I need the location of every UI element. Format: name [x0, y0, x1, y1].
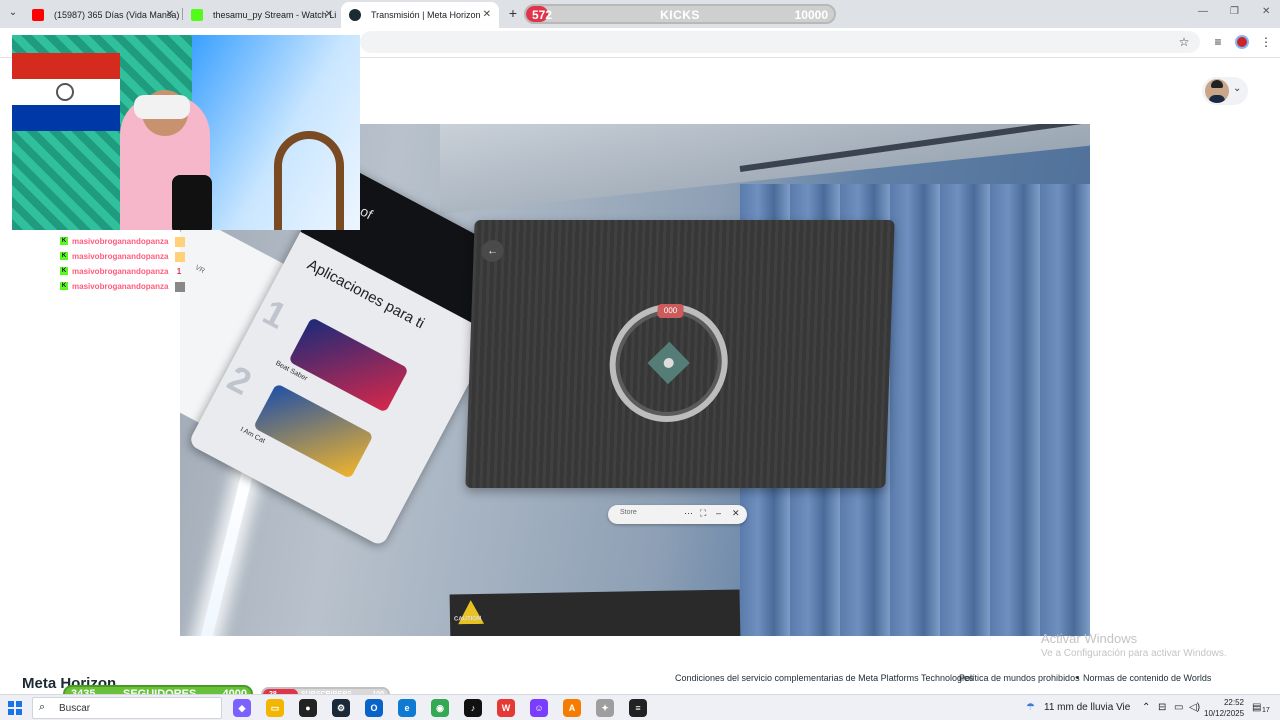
notification-icon[interactable]: ▤	[1252, 702, 1261, 713]
emote-icon	[174, 251, 185, 262]
chat-message: K masivobroganandopanza	[60, 234, 190, 249]
close-icon[interactable]: ✕	[325, 2, 333, 28]
kick-badge-icon: K	[60, 237, 68, 245]
chrome-icon[interactable]: ◉	[431, 699, 449, 717]
side-panel-text: VR	[193, 264, 206, 276]
chat-text: 1	[176, 267, 182, 276]
obs-icon[interactable]: ●	[299, 699, 317, 717]
store-window-bar[interactable]: Store ⋯ ⛶ – ✕	[608, 505, 747, 524]
chevron-up-icon[interactable]: ⌃	[1142, 702, 1150, 713]
tab-strip: ⌄ (15987) 365 Días (Vida Mansa) ✕ thesam…	[0, 0, 1280, 28]
account-menu-button[interactable]: ⌄	[1202, 77, 1248, 105]
activate-windows-title: Activar Windows	[1041, 631, 1138, 646]
emote-icon	[174, 236, 185, 247]
kick-badge-icon: K	[60, 252, 68, 260]
taskbar: ⌕ Buscar ◆ ▭ ● ⚙ O e ◉ ♪ W ☺ A ✦ ≡ ☂ 11 …	[0, 694, 1280, 720]
tab-label: (15987) 365 Días (Vida Mansa)	[54, 10, 180, 20]
chat-message: K masivobroganandopanza 1	[60, 264, 190, 279]
paraguay-flag	[12, 53, 120, 131]
wooden-chair	[274, 131, 344, 230]
more-menu-icon[interactable]: ⋮	[1258, 34, 1274, 50]
footer-link-terms[interactable]: Condiciones del servicio complementarias…	[675, 673, 973, 683]
edge-icon[interactable]: e	[398, 699, 416, 717]
volume-icon[interactable]: ◁)	[1189, 702, 1200, 713]
clock-date: 10/12/2025	[1204, 709, 1245, 718]
footer-link-content-rules[interactable]: Normas de contenido de Worlds	[1083, 673, 1211, 683]
app-icon[interactable]: ≡	[629, 699, 647, 717]
search-icon: ⌕	[39, 701, 46, 713]
minimize-icon[interactable]: –	[716, 508, 721, 518]
app-icon[interactable]: W	[497, 699, 515, 717]
webcam-overlay	[12, 35, 360, 230]
chat-overlay: K masivobroganandopanza K masivobroganan…	[60, 234, 190, 294]
chat-username: masivobroganandopanza	[72, 267, 169, 276]
activate-windows-subtitle: Ve a Configuración para activar Windows.	[1041, 648, 1227, 659]
search-placeholder: Buscar	[59, 703, 91, 714]
steam-icon[interactable]: ⚙	[332, 699, 350, 717]
app-icon[interactable]: A	[563, 699, 581, 717]
new-tab-button[interactable]: +	[506, 5, 520, 21]
kick-badge-icon: K	[60, 267, 68, 275]
security-icon[interactable]: ⊟	[1158, 702, 1166, 713]
microphone	[172, 175, 212, 230]
chat-username: masivobroganandopanza	[72, 282, 169, 291]
minimize-icon[interactable]: —	[1198, 6, 1208, 17]
led-strip	[197, 465, 255, 636]
tab-label: thesamu_py Stream - Watch Li	[213, 10, 337, 20]
emblem-badge: 000	[657, 304, 684, 318]
expand-icon[interactable]: ⛶	[700, 508, 706, 519]
settings-icon[interactable]: ✦	[596, 699, 614, 717]
restore-icon[interactable]: ❐	[1230, 6, 1239, 17]
vr-headset	[134, 95, 190, 119]
tiktok-icon[interactable]: ♪	[464, 699, 482, 717]
chat-username: masivobroganandopanza	[72, 237, 169, 246]
notification-count: 17	[1262, 707, 1270, 714]
kick-icon	[191, 9, 203, 21]
close-icon[interactable]: ✕	[483, 2, 491, 28]
copilot-icon[interactable]: ◆	[233, 699, 251, 717]
tab-kick[interactable]: thesamu_py Stream - Watch Li ✕	[183, 2, 341, 28]
footer-separator: •	[1076, 673, 1080, 683]
youtube-icon	[32, 9, 44, 21]
emote-icon	[174, 281, 185, 292]
tab-meta-horizon[interactable]: Transmisión | Meta Horizon ✕	[341, 2, 499, 28]
vr-game-window: ← 000	[465, 220, 895, 488]
chat-message: K masivobroganandopanza	[60, 249, 190, 264]
network-icon[interactable]: ▭	[1174, 702, 1183, 713]
tab-search-button[interactable]: ⌄	[4, 4, 22, 22]
close-icon[interactable]: ✕	[732, 508, 740, 519]
kick-badge-icon: K	[60, 282, 68, 290]
outlook-icon[interactable]: O	[365, 699, 383, 717]
tab-youtube[interactable]: (15987) 365 Días (Vida Mansa) ✕	[24, 2, 182, 28]
kicks-goal-bar: 572 KICKS 10000	[524, 4, 836, 24]
weather-icon: ☂	[1026, 702, 1035, 713]
reading-list-icon[interactable]: ≡	[1210, 34, 1226, 50]
file-explorer-icon[interactable]: ▭	[266, 699, 284, 717]
store-label: Store	[620, 509, 637, 516]
chat-username: masivobroganandopanza	[72, 252, 169, 261]
taskbar-clock[interactable]: 22:52 10/12/2025	[1204, 697, 1244, 719]
browser-profile-icon[interactable]	[1235, 35, 1249, 49]
kicks-label: KICKS	[660, 8, 700, 22]
taskbar-search-input[interactable]: ⌕ Buscar	[32, 697, 222, 719]
kicks-goal: 10000	[794, 8, 828, 22]
discord-icon[interactable]: ☺	[530, 699, 548, 717]
meta-horizon-icon	[349, 9, 361, 21]
avatar	[1205, 79, 1229, 103]
bookmark-star-icon[interactable]: ☆	[1176, 34, 1192, 50]
weather-text[interactable]: 11 mm de lluvia Vie	[1044, 702, 1130, 713]
more-icon[interactable]: ⋯	[684, 508, 693, 519]
close-icon[interactable]: ✕	[166, 2, 174, 28]
chat-message: K masivobroganandopanza	[60, 279, 190, 294]
caution-label: CAUTION	[453, 615, 482, 623]
address-bar[interactable]	[360, 31, 1200, 53]
footer-link-prohibited-worlds[interactable]: Política de mundos prohibidos	[959, 673, 1080, 683]
hardware-box: CAUTION	[449, 589, 741, 636]
chevron-down-icon: ⌄	[1233, 83, 1242, 94]
close-window-icon[interactable]: ✕	[1262, 6, 1270, 17]
clock-time: 22:52	[1223, 698, 1244, 707]
windows-start-icon[interactable]	[8, 701, 22, 715]
tab-label: Transmisión | Meta Horizon	[371, 10, 481, 20]
